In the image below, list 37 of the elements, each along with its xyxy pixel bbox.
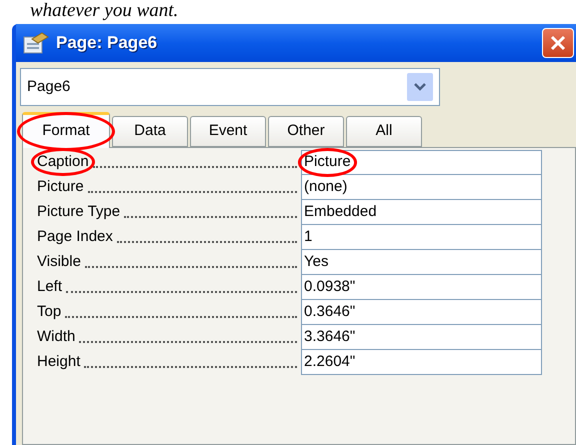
property-value: Yes: [304, 252, 328, 272]
property-value: 0.0938": [304, 276, 356, 297]
property-tab[interactable]: Event: [190, 116, 266, 147]
close-icon: [550, 35, 566, 51]
property-name: Picture: [37, 176, 84, 196]
property-name: Visible: [37, 252, 81, 272]
document-text: whatever you want.: [30, 0, 178, 22]
property-name: Picture Type: [37, 202, 120, 222]
property-value-cell[interactable]: 2.2604": [301, 350, 542, 375]
property-tab[interactable]: All: [346, 116, 422, 147]
property-value-cell[interactable]: 0.0938": [301, 275, 542, 300]
property-name: Width: [37, 326, 76, 346]
property-value: (none): [304, 176, 348, 197]
close-button[interactable]: [542, 28, 574, 58]
properties-icon: [22, 31, 50, 55]
property-value-cell[interactable]: 3.3646": [301, 325, 542, 350]
property-value-cell[interactable]: 1: [301, 225, 542, 250]
property-value-cell[interactable]: Picture: [301, 150, 542, 175]
property-value-cell[interactable]: (none): [301, 175, 542, 200]
property-name: Height: [37, 352, 80, 372]
property-name: Caption: [37, 150, 89, 173]
property-value: 1: [304, 226, 312, 247]
property-value-cell[interactable]: Yes: [301, 250, 542, 275]
property-value: 2.2604": [304, 352, 356, 372]
property-tab[interactable]: Other: [268, 116, 344, 147]
property-name: Page Index: [37, 226, 113, 246]
window-title: Page: Page6: [56, 32, 158, 54]
property-value: 3.3646": [304, 326, 356, 347]
property-name: Left: [37, 276, 62, 296]
property-value: Embedded: [304, 202, 377, 222]
dropdown-value: Page6: [27, 76, 72, 97]
property-name: Top: [37, 302, 62, 322]
property-value-cell[interactable]: Embedded: [301, 200, 542, 225]
property-value: 0.3646": [304, 302, 356, 322]
property-tab[interactable]: Data: [112, 116, 188, 147]
object-dropdown[interactable]: Page6: [20, 68, 440, 106]
property-value-cell[interactable]: 0.3646": [301, 300, 542, 325]
